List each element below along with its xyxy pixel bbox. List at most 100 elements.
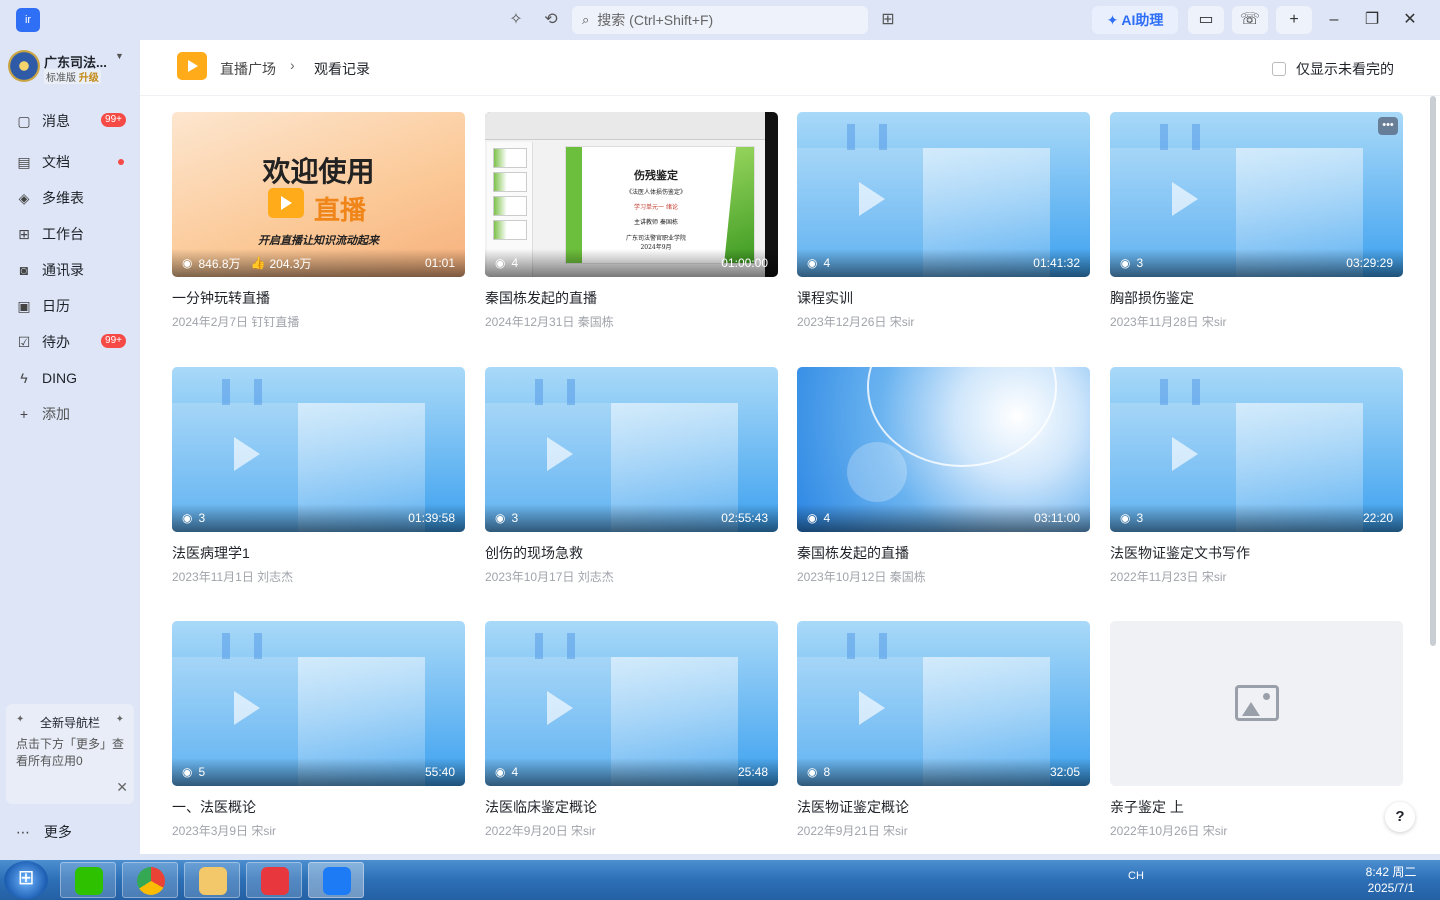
- thumb-decoration: [535, 379, 575, 405]
- video-card[interactable]: ◉ 3 22:20 法医物证鉴定文书写作 2022年11月23日 宋sir: [1110, 367, 1403, 599]
- video-thumbnail[interactable]: ◉ 3 02:55:43: [485, 367, 778, 532]
- taskbar-wechat[interactable]: [60, 862, 116, 898]
- video-card[interactable]: ••• ◉ 3 03:29:29 胸部损伤鉴定 2023年11月28日 宋sir: [1110, 112, 1403, 344]
- more-button[interactable]: ⋯ 更多: [16, 822, 72, 842]
- sidebar-item-add[interactable]: + 添加: [16, 401, 130, 427]
- breadcrumb-root[interactable]: 直播广场: [220, 59, 276, 79]
- org-edition: 标准版 升级: [44, 69, 101, 84]
- phone-icon[interactable]: ☏: [1232, 6, 1268, 34]
- image-placeholder-icon: [1235, 685, 1279, 721]
- input-language[interactable]: CH: [1128, 870, 1144, 882]
- sidebar-item-calendar[interactable]: ▣ 日历: [16, 293, 130, 319]
- video-thumbnail[interactable]: ◉ 5 55:40: [172, 621, 465, 786]
- lightning-icon: ϟ: [20, 370, 28, 386]
- video-card[interactable]: 伤残鉴定 《法医人体损伤鉴定》 学习单元一 绪论 主讲教师 秦国栋 广东司法警官…: [485, 112, 778, 344]
- duration: 01:00:00: [721, 256, 768, 270]
- video-thumbnail[interactable]: ◉ 8 32:05: [797, 621, 1090, 786]
- sidebar-item-tables[interactable]: ◈ 多维表: [16, 185, 130, 211]
- help-button[interactable]: ?: [1385, 802, 1415, 832]
- play-icon: [1172, 182, 1198, 216]
- duration: 32:05: [1049, 765, 1080, 779]
- scrollbar[interactable]: [1430, 96, 1436, 646]
- video-title[interactable]: 胸部损伤鉴定: [1110, 288, 1194, 308]
- video-card[interactable]: ◉ 4 03:11:00 秦国栋发起的直播 2023年10月12日 秦国栋: [797, 367, 1090, 599]
- more-options-icon[interactable]: •••: [1378, 117, 1398, 135]
- plus-icon: +: [19, 406, 29, 422]
- clock-date: 2025/7/1: [1367, 881, 1415, 895]
- video-card[interactable]: ◉ 3 02:55:43 创伤的现场急救 2023年10月17日 刘志杰: [485, 367, 778, 599]
- minimize-icon[interactable]: –: [1316, 6, 1352, 34]
- video-card[interactable]: ◉ 4 01:41:32 课程实训 2023年12月26日 宋sir: [797, 112, 1090, 344]
- new-nav-tip-card: ✦ 全新导航栏 ✦ 点击下方「更多」查看所有应用0 ✕: [6, 704, 134, 804]
- close-icon[interactable]: ✕: [1392, 6, 1428, 34]
- video-date-author: 2022年9月21日 宋sir: [797, 824, 908, 838]
- video-title[interactable]: 法医病理学1: [172, 543, 250, 563]
- taskbar-chrome[interactable]: [122, 862, 178, 898]
- play-icon: [234, 437, 260, 471]
- taskbar-explorer[interactable]: [184, 862, 240, 898]
- slide-title: 伤残鉴定: [634, 169, 678, 182]
- screen-share-icon[interactable]: ▭: [1188, 6, 1224, 34]
- video-card[interactable]: ◉ 4 25:48 法医临床鉴定概论 2022年9月20日 宋sir: [485, 621, 778, 853]
- video-thumbnail[interactable]: ◉ 4 01:41:32: [797, 112, 1090, 277]
- upgrade-link[interactable]: 升级: [79, 73, 99, 84]
- video-card[interactable]: 亲子鉴定 上 2022年10月26日 宋sir: [1110, 621, 1403, 853]
- eye-icon: ◉: [1120, 256, 1131, 270]
- video-thumbnail[interactable]: ◉ 4 25:48: [485, 621, 778, 786]
- thumb-headline-2: 直播: [314, 195, 367, 225]
- sidebar-item-ding[interactable]: ϟ DING: [16, 365, 130, 391]
- system-tray[interactable]: CH: [1128, 870, 1144, 882]
- sidebar-item-todo[interactable]: ☑ 待办 99+: [16, 329, 130, 355]
- contacts-icon: ◙: [19, 262, 29, 278]
- video-thumbnail[interactable]: [1110, 621, 1403, 786]
- sidebar-item-contacts[interactable]: ◙ 通讯录: [16, 257, 130, 283]
- ai-search-icon[interactable]: ✧: [506, 10, 526, 30]
- slide: 伤残鉴定 《法医人体损伤鉴定》 学习单元一 绪论 主讲教师 秦国栋 广东司法警官…: [565, 146, 755, 264]
- unfinished-filter[interactable]: 仅显示未看完的: [1272, 59, 1394, 79]
- thumb-decoration: [222, 379, 262, 405]
- apps-grid-icon[interactable]: ⊞: [878, 10, 898, 30]
- sidebar-item-docs[interactable]: ▤ 文档: [16, 149, 130, 175]
- video-card[interactable]: ◉ 8 32:05 法医物证鉴定概论 2022年9月21日 宋sir: [797, 621, 1090, 853]
- sidebar-item-workbench[interactable]: ⊞ 工作台: [16, 221, 130, 247]
- video-thumbnail[interactable]: 伤残鉴定 《法医人体损伤鉴定》 学习单元一 绪论 主讲教师 秦国栋 广东司法警官…: [485, 112, 778, 277]
- app-logo[interactable]: ir: [16, 8, 40, 32]
- video-card[interactable]: ◉ 5 55:40 一、法医概论 2023年3月9日 宋sir: [172, 621, 465, 853]
- system-clock[interactable]: 8:42 周二 2025/7/1: [1356, 864, 1426, 896]
- video-title[interactable]: 秦国栋发起的直播: [485, 288, 597, 308]
- sidebar-item-messages[interactable]: ▢ 消息 99+: [16, 108, 130, 134]
- close-tip-icon[interactable]: ✕: [116, 779, 128, 796]
- start-button[interactable]: [4, 861, 48, 899]
- search-input[interactable]: ⌕ 搜索 (Ctrl+Shift+F): [572, 6, 868, 34]
- video-card[interactable]: 欢迎使用 直播 开启直播让知识流动起来 ◉ 846.8万 👍 204.3万 01…: [172, 112, 465, 344]
- duration: 01:41:32: [1033, 256, 1080, 270]
- video-title[interactable]: 课程实训: [797, 288, 853, 308]
- video-date-author: 2023年11月28日 宋sir: [1110, 315, 1227, 329]
- thumb-meta: ◉ 8 32:05: [797, 758, 1090, 786]
- add-icon[interactable]: +: [1276, 6, 1312, 34]
- calendar-icon: ▣: [17, 298, 31, 314]
- video-title[interactable]: 法医临床鉴定概论: [485, 797, 597, 817]
- video-thumbnail[interactable]: ••• ◉ 3 03:29:29: [1110, 112, 1403, 277]
- video-title[interactable]: 一分钟玩转直播: [172, 288, 270, 308]
- video-title[interactable]: 秦国栋发起的直播: [797, 543, 909, 563]
- video-thumbnail[interactable]: 欢迎使用 直播 开启直播让知识流动起来 ◉ 846.8万 👍 204.3万 01…: [172, 112, 465, 277]
- org-switcher[interactable]: 广东司法... ▼ 标准版 升级: [8, 50, 134, 86]
- maximize-icon[interactable]: ❐: [1354, 6, 1390, 34]
- unfinished-checkbox[interactable]: [1272, 62, 1286, 76]
- taskbar-dingtalk[interactable]: [308, 862, 364, 898]
- video-thumbnail[interactable]: ◉ 3 01:39:58: [172, 367, 465, 532]
- video-title[interactable]: 创伤的现场急救: [485, 543, 583, 563]
- video-title[interactable]: 亲子鉴定 上: [1110, 797, 1184, 817]
- video-thumbnail[interactable]: ◉ 3 22:20: [1110, 367, 1403, 532]
- video-title[interactable]: 法医物证鉴定文书写作: [1110, 543, 1250, 563]
- taskbar-wps[interactable]: [246, 862, 302, 898]
- video-title[interactable]: 一、法医概论: [172, 797, 256, 817]
- video-card[interactable]: ◉ 3 01:39:58 法医病理学1 2023年11月1日 刘志杰: [172, 367, 465, 599]
- video-thumbnail[interactable]: ◉ 4 03:11:00: [797, 367, 1090, 532]
- history-icon[interactable]: ⟲: [541, 10, 561, 30]
- ai-assistant-button[interactable]: ✦ AI助理: [1092, 6, 1178, 34]
- thumb-meta: ◉ 5 55:40: [172, 758, 465, 786]
- duration: 01:39:58: [408, 511, 455, 525]
- video-title[interactable]: 法医物证鉴定概论: [797, 797, 909, 817]
